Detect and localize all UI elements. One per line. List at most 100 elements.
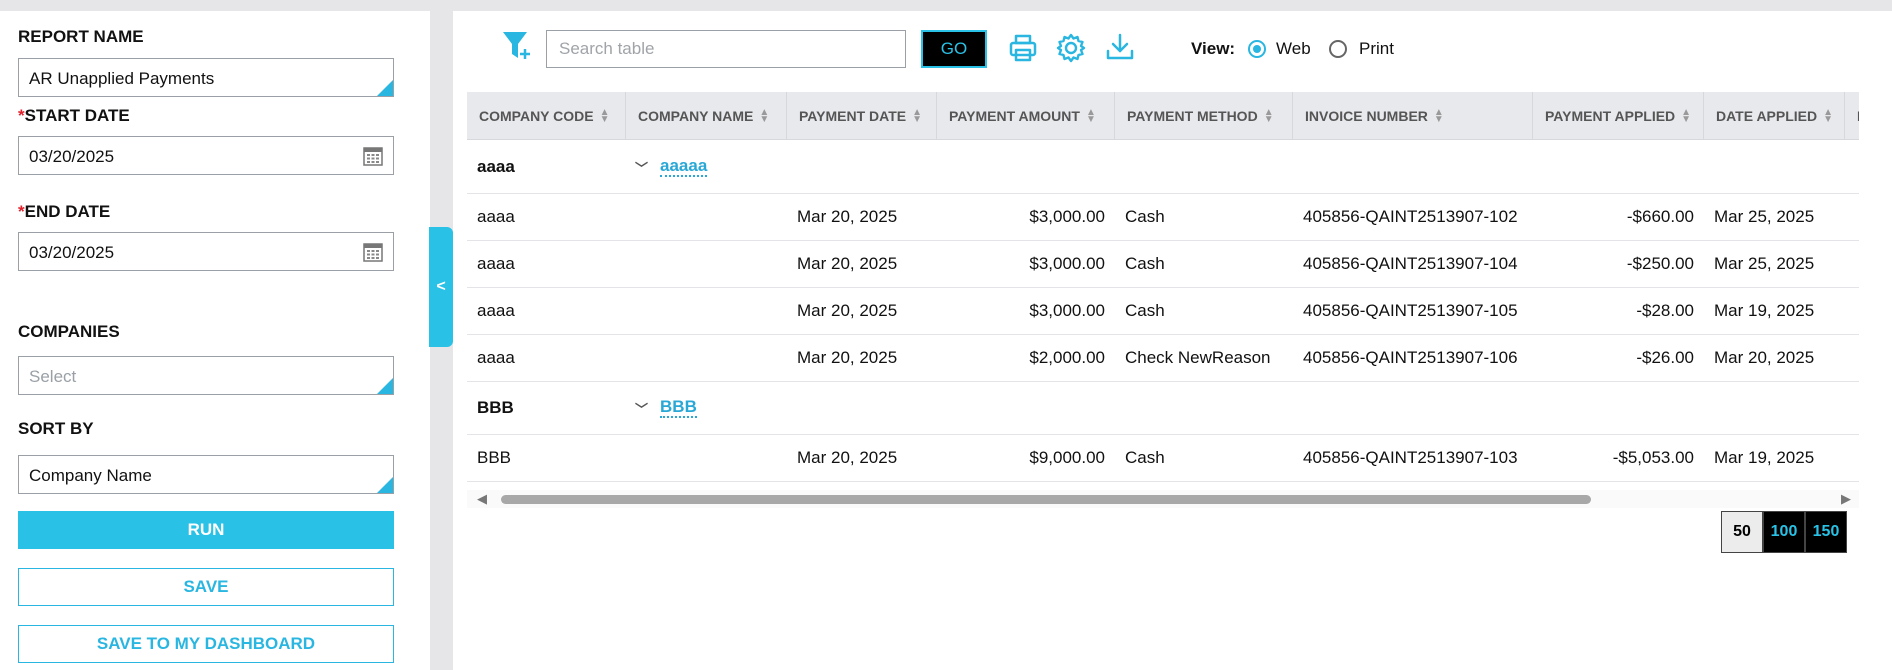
group-company-name-link[interactable]: aaaaa (660, 157, 708, 177)
group-company-code: aaaa (477, 157, 515, 176)
report-name-select[interactable]: AR Unapplied Payments (18, 58, 394, 97)
view-web-radio[interactable] (1248, 40, 1266, 58)
cell-payment-applied: -$26.00 (1636, 348, 1694, 367)
cell-payment-applied: -$250.00 (1626, 254, 1694, 273)
cell-payment-date: Mar 20, 2025 (797, 448, 898, 467)
sort-icon: ▲ ▼ (759, 107, 770, 125)
column-header-payment-method[interactable]: PAYMENT METHOD ▲ ▼ (1115, 92, 1293, 140)
group-company-code: BBB (477, 398, 514, 417)
column-header-company-code[interactable]: COMPANY CODE ▲ ▼ (467, 92, 626, 140)
cell-company-code: aaaa (477, 207, 515, 226)
cell-company-code: aaaa (477, 254, 515, 273)
sort-by-select[interactable]: Company Name (18, 455, 394, 494)
column-header-company-name[interactable]: COMPANY NAME ▲ ▼ (626, 92, 787, 140)
report-table: COMPANY CODE ▲ ▼ COMPANY NAME ▲ ▼ PAYMENT DA… (467, 92, 1859, 489)
column-header-date-applied[interactable]: DATE APPLIED ▲ ▼ (1704, 92, 1845, 140)
cell-company-code: BBB (477, 448, 512, 467)
view-print-radio[interactable] (1329, 40, 1347, 58)
cell-payment-applied: -$5,053.00 (1612, 448, 1694, 467)
settings-gear-icon[interactable] (1055, 32, 1087, 64)
table-row: aaaa Mar 20, 2025 $2,000.00 Check NewRea… (467, 335, 1859, 382)
end-date-value: 03/20/2025 (29, 243, 115, 262)
run-button[interactable]: RUN (18, 511, 394, 549)
horizontal-scrollbar[interactable]: ◀ ▶ (467, 490, 1859, 508)
table-header: COMPANY CODE ▲ ▼ COMPANY NAME ▲ ▼ PAYMENT DA… (467, 92, 1859, 140)
required-marker: * (18, 202, 25, 221)
column-header-label: COMPANY CODE (479, 108, 594, 124)
column-header-truncated[interactable]: I (1845, 92, 1859, 140)
go-button[interactable]: GO (921, 30, 987, 68)
column-header-invoice-number[interactable]: INVOICE NUMBER ▲ ▼ (1293, 92, 1533, 140)
table-row: aaaa Mar 20, 2025 $3,000.00 Cash 405856-… (467, 241, 1859, 288)
report-name-value: AR Unapplied Payments (29, 69, 215, 88)
sort-icon: ▲ ▼ (912, 107, 922, 125)
cell-date-applied: Mar 25, 2025 (1714, 254, 1815, 273)
group-company-name-link[interactable]: BBB (660, 398, 697, 418)
collapse-panel-button[interactable]: < (429, 227, 453, 347)
chevron-down-icon[interactable]: ﹀ (635, 158, 648, 177)
sort-icon: ▲ ▼ (1085, 107, 1096, 125)
companies-placeholder: Select (29, 367, 77, 386)
required-marker: * (18, 106, 25, 125)
sort-icon: ▲ ▼ (1823, 107, 1834, 125)
view-web-label[interactable]: Web (1276, 39, 1311, 59)
column-header-label: PAYMENT DATE (799, 108, 907, 124)
sort-icon: ▲ ▼ (599, 107, 610, 125)
column-header-label: I (1857, 108, 1859, 124)
cell-payment-applied: -$660.00 (1626, 207, 1694, 226)
end-date-label: *END DATE (18, 202, 110, 222)
group-toggle[interactable]: ﹀ aaaaa (635, 141, 708, 193)
column-header-payment-amount[interactable]: PAYMENT AMOUNT ▲ ▼ (937, 92, 1115, 140)
calendar-icon[interactable] (363, 242, 383, 262)
table-row: BBB Mar 20, 2025 $9,000.00 Cash 405856-Q… (467, 435, 1859, 482)
calendar-icon[interactable] (363, 146, 383, 166)
scrollbar-thumb[interactable] (501, 495, 1591, 504)
print-icon[interactable] (1008, 33, 1038, 63)
dropdown-corner-icon (377, 80, 393, 96)
cell-invoice-number: 405856-QAINT2513907-106 (1303, 348, 1518, 367)
cell-payment-method: Cash (1125, 207, 1165, 226)
cell-payment-date: Mar 20, 2025 (797, 207, 898, 226)
column-header-payment-applied[interactable]: PAYMENT APPLIED ▲ ▼ (1533, 92, 1704, 140)
start-date-field[interactable]: 03/20/2025 (18, 136, 394, 175)
scroll-left-icon[interactable]: ◀ (477, 491, 487, 507)
cell-invoice-number: 405856-QAINT2513907-104 (1303, 254, 1518, 273)
table-row: aaaa Mar 20, 2025 $3,000.00 Cash 405856-… (467, 288, 1859, 335)
column-header-payment-date[interactable]: PAYMENT DATE ▲ ▼ (787, 92, 937, 140)
cell-payment-date: Mar 20, 2025 (797, 348, 898, 367)
sort-by-value: Company Name (29, 466, 152, 485)
add-filter-icon[interactable] (501, 29, 533, 63)
cell-payment-amount: $3,000.00 (1029, 301, 1105, 320)
view-print-label[interactable]: Print (1359, 39, 1394, 59)
dropdown-corner-icon (377, 378, 393, 394)
companies-select[interactable]: Select (18, 356, 394, 395)
save-button[interactable]: SAVE (18, 568, 394, 606)
save-to-dashboard-button[interactable]: SAVE TO MY DASHBOARD (18, 625, 394, 663)
sort-by-label: SORT BY (18, 419, 94, 438)
report-results-panel: GO View: Web Print COMPANY CODE ▲▼ COMPAN… (453, 11, 1892, 670)
page-size-selector: 50 100 150 (1721, 511, 1847, 553)
sort-icon: ▲ ▼ (1433, 107, 1444, 125)
sort-icon: ▲ ▼ (1681, 107, 1692, 125)
sort-icon: ▲ ▼ (1263, 107, 1274, 125)
table-row: aaaa Mar 20, 2025 $3,000.00 Cash 405856-… (467, 194, 1859, 241)
group-row-bbb[interactable]: BBB ﹀ BBB (467, 382, 1859, 435)
group-toggle[interactable]: ﹀ BBB (635, 382, 697, 434)
download-icon[interactable] (1105, 32, 1135, 62)
group-row-aaaaa[interactable]: aaaa ﹀ aaaaa (467, 141, 1859, 194)
end-date-field[interactable]: 03/20/2025 (18, 232, 394, 271)
cell-company-code: aaaa (477, 348, 515, 367)
scroll-right-icon[interactable]: ▶ (1841, 491, 1851, 507)
view-label: View: (1191, 39, 1236, 58)
search-input[interactable] (546, 30, 906, 68)
dropdown-corner-icon (377, 477, 393, 493)
page-size-50[interactable]: 50 (1721, 511, 1763, 553)
cell-payment-method: Cash (1125, 301, 1165, 320)
page-size-150[interactable]: 150 (1805, 511, 1847, 553)
chevron-down-icon[interactable]: ﹀ (635, 399, 648, 418)
column-header-label: PAYMENT METHOD (1127, 108, 1258, 124)
page-size-100[interactable]: 100 (1763, 511, 1805, 553)
cell-invoice-number: 405856-QAINT2513907-105 (1303, 301, 1518, 320)
cell-date-applied: Mar 19, 2025 (1714, 448, 1815, 467)
cell-company-code: aaaa (477, 301, 515, 320)
